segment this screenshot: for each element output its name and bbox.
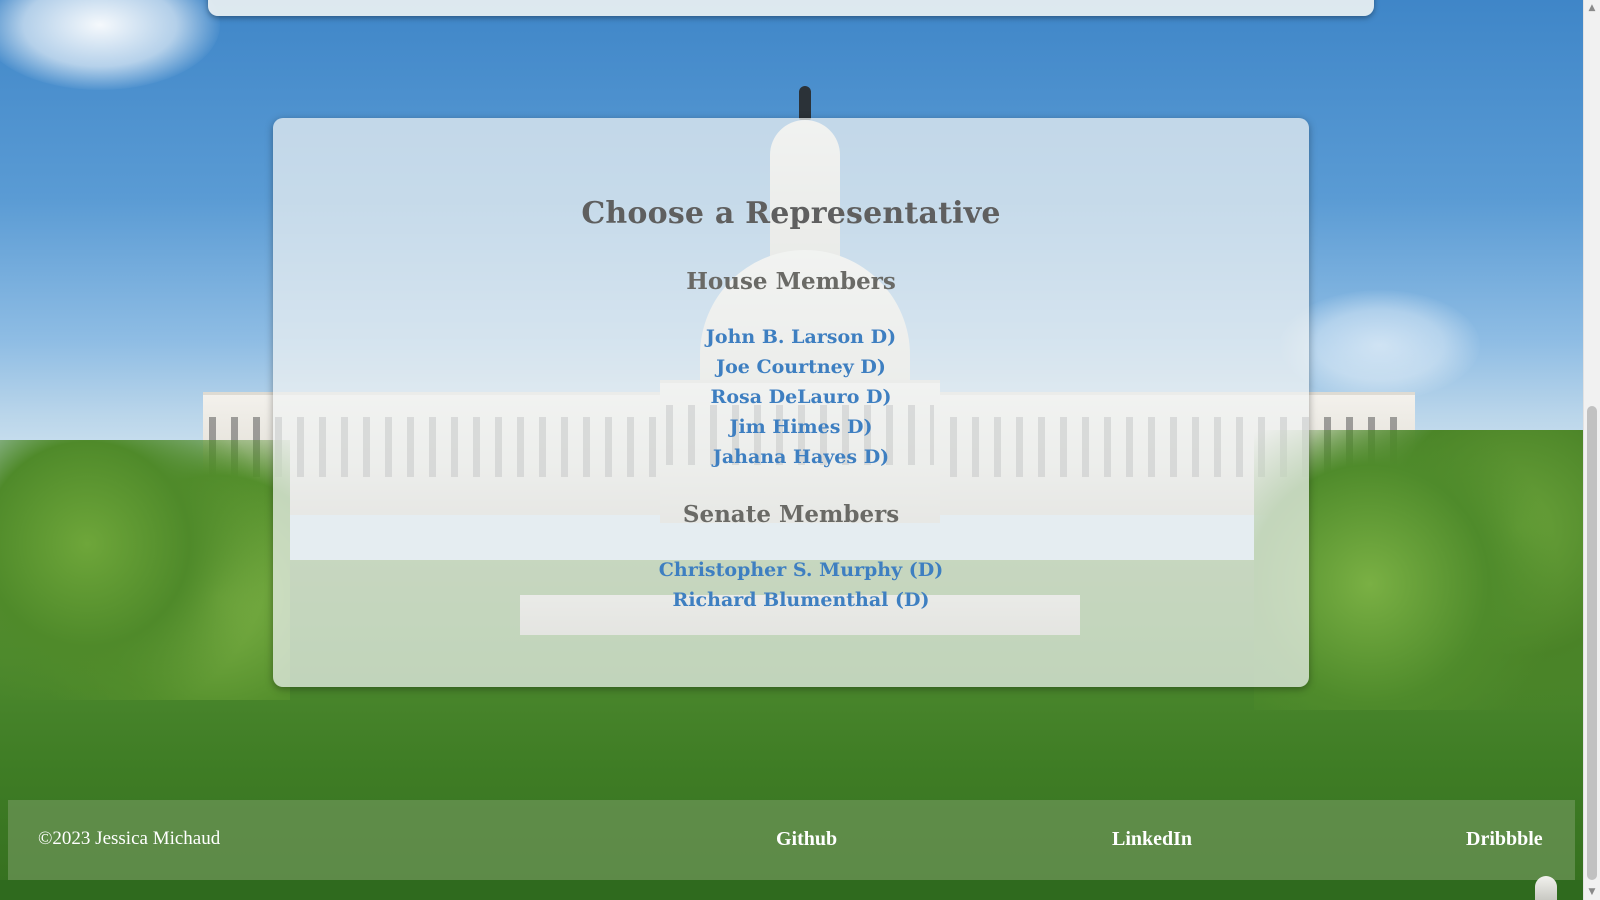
representative-card: Choose a Representative House Members Jo… — [273, 118, 1309, 687]
senate-member-link[interactable]: Richard Blumenthal (D) — [673, 589, 930, 611]
page-title: Choose a Representative — [581, 196, 1001, 231]
previous-card — [208, 0, 1374, 16]
page-viewport: Choose a Representative House Members Jo… — [0, 0, 1600, 900]
bottom-lawn-strip — [0, 880, 1584, 900]
house-member-link[interactable]: Rosa DeLauro D) — [711, 386, 892, 408]
trees-left — [0, 440, 290, 700]
cloud — [0, 0, 220, 90]
scroll-up-icon[interactable]: ▲ — [1584, 0, 1600, 16]
capitol-dome-icon — [1535, 876, 1557, 900]
list-item: Jim Himes D) — [293, 412, 1309, 442]
house-member-link[interactable]: Jahana Hayes D) — [713, 446, 889, 468]
copyright-text: ©2023 Jessica Michaud — [38, 828, 221, 849]
list-item: Jahana Hayes D) — [293, 442, 1309, 472]
linkedin-link[interactable]: LinkedIn — [1112, 828, 1192, 851]
list-item: Rosa DeLauro D) — [293, 382, 1309, 412]
house-members-list: John B. Larson D) Joe Courtney D) Rosa D… — [293, 322, 1309, 472]
house-member-link[interactable]: Jim Himes D) — [729, 416, 872, 438]
scroll-down-icon[interactable]: ▼ — [1584, 884, 1600, 900]
github-link[interactable]: Github — [776, 828, 837, 851]
cloud — [1280, 290, 1480, 400]
capitol-statue — [799, 86, 811, 120]
list-item: Richard Blumenthal (D) — [293, 585, 1309, 615]
list-item: John B. Larson D) — [293, 322, 1309, 352]
scrollbar-thumb[interactable] — [1587, 406, 1597, 880]
list-item: Christopher S. Murphy (D) — [293, 555, 1309, 585]
list-item: Joe Courtney D) — [293, 352, 1309, 382]
house-member-link[interactable]: John B. Larson D) — [706, 326, 896, 348]
house-members-heading: House Members — [686, 268, 896, 295]
house-member-link[interactable]: Joe Courtney D) — [716, 356, 886, 378]
senate-member-link[interactable]: Christopher S. Murphy (D) — [659, 559, 943, 581]
dribbble-link[interactable]: Dribbble — [1466, 828, 1543, 851]
senate-members-list: Christopher S. Murphy (D) Richard Blumen… — [293, 555, 1309, 615]
vertical-scrollbar[interactable]: ▲ ▼ — [1583, 0, 1600, 900]
site-footer: ©2023 Jessica Michaud Github LinkedIn Dr… — [8, 800, 1575, 880]
senate-members-heading: Senate Members — [682, 501, 900, 528]
